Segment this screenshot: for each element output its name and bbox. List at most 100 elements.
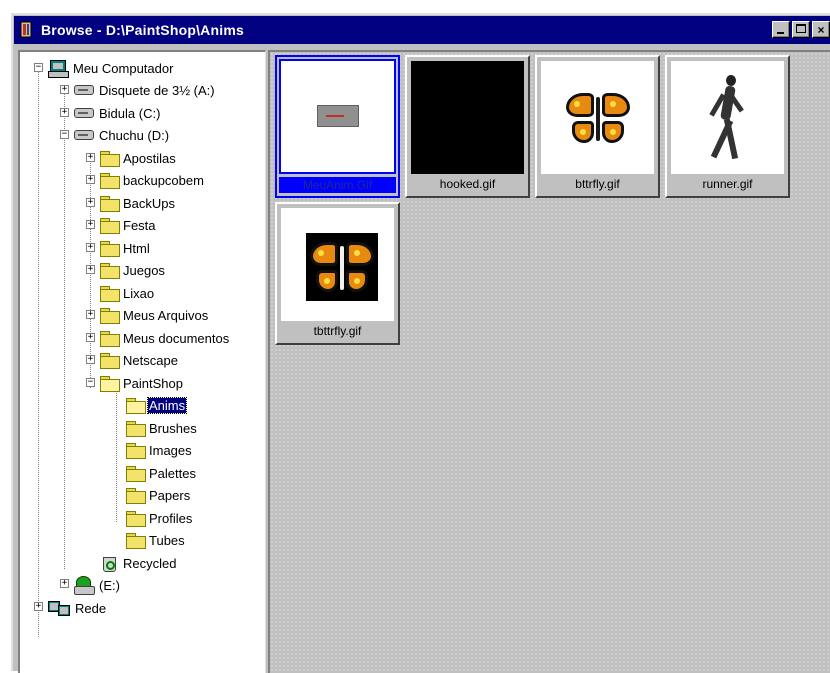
expand-toggle[interactable]: +: [34, 602, 43, 611]
tree-item-label: Palettes: [149, 465, 196, 481]
tree-item-label: PaintShop: [123, 375, 183, 391]
tree-item-brushes[interactable]: Brushes: [126, 418, 198, 438]
tree-item-profiles[interactable]: Profiles: [126, 508, 193, 528]
expand-toggle[interactable]: +: [86, 198, 95, 207]
folder-icon: [126, 443, 146, 459]
folder-icon: [100, 331, 120, 347]
folder-icon: [100, 241, 120, 257]
tree-item-festa[interactable]: Festa: [100, 215, 157, 235]
collapse-toggle[interactable]: −: [34, 63, 43, 72]
expand-toggle[interactable]: +: [86, 175, 95, 184]
close-icon: ×: [817, 22, 825, 37]
tree-item-apostilas[interactable]: Apostilas: [100, 148, 177, 168]
tree-item-drive-c[interactable]: Bidula (C:): [74, 103, 161, 123]
tree-item-netscape[interactable]: Netscape: [100, 350, 179, 370]
tree-item-label: Brushes: [149, 420, 197, 436]
folder-icon: [126, 421, 146, 437]
tree-item-anims[interactable]: Anims: [126, 395, 188, 415]
tree-item-juegos[interactable]: Juegos: [100, 260, 166, 280]
folder-icon: [100, 196, 120, 212]
tree-item-drive-d[interactable]: Chuchu (D:): [74, 125, 170, 145]
expand-toggle[interactable]: +: [86, 333, 95, 342]
folder-open-icon: [126, 398, 146, 414]
tree-item-label: Meu Computador: [73, 60, 174, 76]
tree-line: [116, 384, 117, 522]
expand-toggle[interactable]: +: [86, 265, 95, 274]
tree-item-html[interactable]: Html: [100, 238, 151, 258]
thumbnail-meuanim[interactable]: MeuAnim.Gif: [275, 55, 400, 198]
tree-item-meus-documentos[interactable]: Meus documentos: [100, 328, 230, 348]
tree-item-tubes[interactable]: Tubes: [126, 530, 186, 550]
thumbnail-runner[interactable]: runner.gif: [665, 55, 790, 198]
tree-item-paintshop[interactable]: PaintShop: [100, 373, 184, 393]
wing: [602, 121, 624, 143]
thumbnail-image: [281, 208, 394, 321]
tree-item-label: Recycled: [123, 555, 177, 571]
folder-icon: [100, 151, 120, 167]
expand-toggle[interactable]: +: [86, 243, 95, 252]
thumbnail-image: [411, 61, 524, 174]
runner-image: [709, 75, 744, 165]
tree-item-label: Lixao: [123, 285, 155, 301]
expand-toggle[interactable]: +: [86, 355, 95, 364]
expand-toggle[interactable]: +: [60, 108, 69, 117]
thumbnail-image: [671, 61, 784, 174]
wing: [602, 93, 630, 117]
folder-icon: [100, 286, 120, 302]
tree-item-backupcobem[interactable]: backupcobem: [100, 170, 205, 190]
tree-item-recycled[interactable]: Recycled: [100, 553, 177, 573]
tree-item-drive-e[interactable]: (E:): [74, 575, 121, 595]
thumbnail-bttrfly[interactable]: bttrfly.gif: [535, 55, 660, 198]
recycle-bin-icon: [100, 554, 118, 572]
collapse-toggle[interactable]: −: [60, 130, 69, 139]
expand-toggle[interactable]: +: [60, 85, 69, 94]
wing: [316, 270, 338, 292]
tree-item-label: Meus documentos: [123, 330, 230, 346]
tree-item-label: Festa: [123, 217, 156, 233]
floppy-drive-icon: [74, 85, 94, 95]
title-buttons: ×: [770, 21, 830, 38]
maximize-icon: [796, 24, 806, 33]
tree-item-meus-arquivos[interactable]: Meus Arquivos: [100, 305, 209, 325]
tree-item-label: Profiles: [149, 510, 193, 526]
thumbnail-hooked[interactable]: hooked.gif: [405, 55, 530, 198]
animation-preview: [317, 105, 359, 127]
network-drive-icon: [74, 576, 95, 595]
tree-item-meu-computador[interactable]: Meu Computador: [48, 58, 174, 78]
thumbnail-pane[interactable]: MeuAnim.Gif hooked.gif bttrfly.gif runne…: [268, 50, 830, 673]
thumbnail-tbttrfly[interactable]: tbttrfly.gif: [275, 202, 400, 345]
expand-toggle[interactable]: +: [86, 220, 95, 229]
tree-item-papers[interactable]: Papers: [126, 485, 191, 505]
tree-item-label: Tubes: [149, 532, 185, 548]
runner-leg: [723, 118, 739, 160]
expand-toggle[interactable]: +: [60, 579, 69, 588]
tree-item-label: Juegos: [123, 262, 165, 278]
butterfly-image: [309, 240, 375, 294]
collapse-toggle[interactable]: −: [86, 378, 95, 387]
expand-toggle[interactable]: +: [86, 153, 95, 162]
tree-item-label: Images: [149, 442, 192, 458]
tree-item-rede[interactable]: Rede: [48, 598, 107, 618]
folder-tree[interactable]: − + + − + + + + + + + + + − + + Meu Comp…: [18, 50, 266, 673]
tree-item-lixao[interactable]: Lixao: [100, 283, 155, 303]
tree-line: [64, 93, 65, 569]
tree-item-images[interactable]: Images: [126, 440, 193, 460]
close-button[interactable]: ×: [812, 21, 830, 38]
wing: [310, 242, 338, 266]
paintshop-app-icon: [19, 21, 35, 39]
tree-item-label: Rede: [75, 600, 107, 616]
browse-window: Browse - D:\PaintShop\Anims × − + + − + …: [11, 13, 830, 673]
minimize-button[interactable]: [772, 21, 790, 38]
tree-item-palettes[interactable]: Palettes: [126, 463, 197, 483]
title-bar[interactable]: Browse - D:\PaintShop\Anims ×: [14, 16, 830, 44]
maximize-button[interactable]: [792, 21, 810, 38]
thumbnail-caption: MeuAnim.Gif: [279, 177, 396, 193]
thumbnail-caption: runner.gif: [702, 177, 753, 191]
tree-item-backups[interactable]: BackUps: [100, 193, 176, 213]
network-icon: [48, 599, 70, 617]
tree-item-floppy-a[interactable]: Disquete de 3½ (A:): [74, 80, 216, 100]
tree-item-label: Html: [123, 240, 150, 256]
folder-icon: [100, 353, 120, 369]
expand-toggle[interactable]: +: [86, 310, 95, 319]
folder-open-icon: [100, 376, 120, 392]
